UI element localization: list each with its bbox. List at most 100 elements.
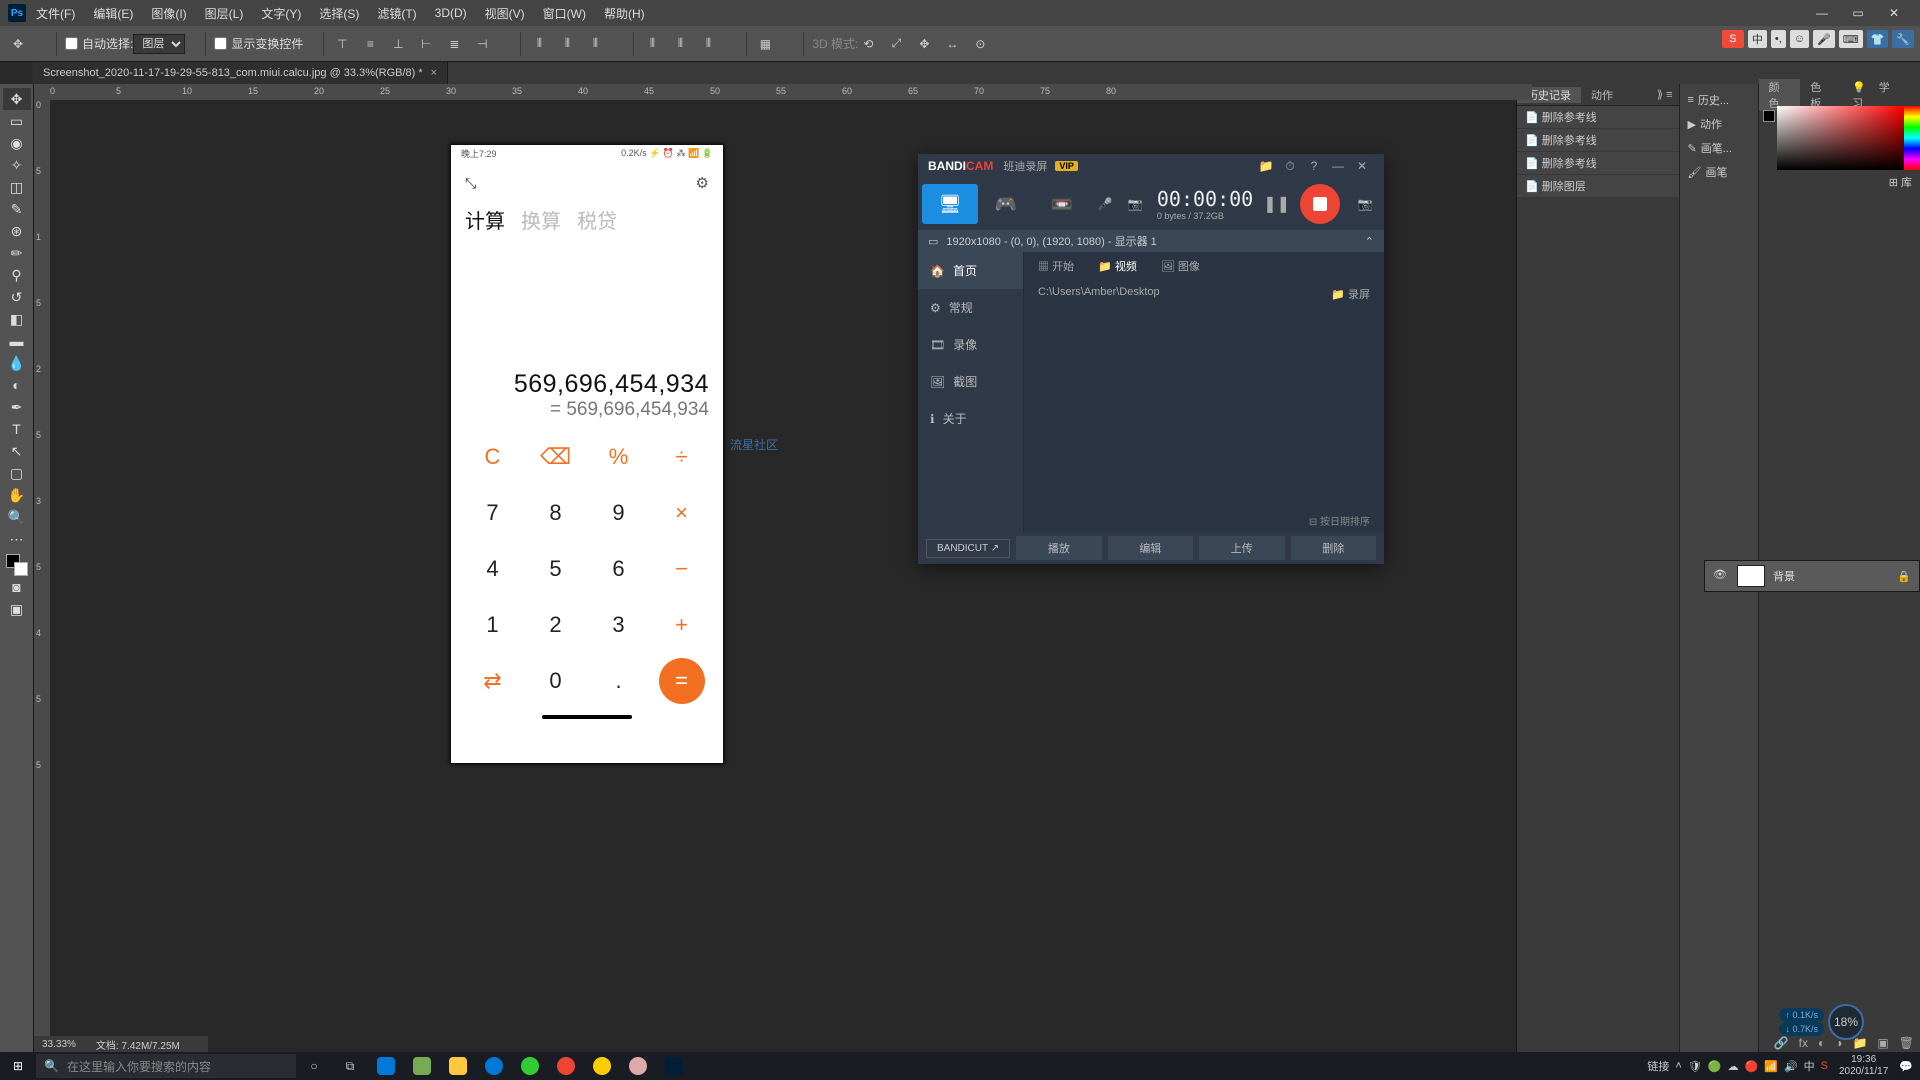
menu-type[interactable]: 文字(Y): [261, 5, 301, 22]
tray-shield-icon[interactable]: 🛡: [1688, 1060, 1702, 1073]
distribute-3-icon[interactable]: ⦀: [585, 34, 605, 54]
align-vcenter-icon[interactable]: ≡: [360, 34, 380, 54]
history-item[interactable]: 📄 删除参考线: [1517, 106, 1679, 129]
start-button[interactable]: ⊞: [0, 1052, 36, 1080]
bandicam-help-icon[interactable]: ?: [1302, 159, 1326, 173]
tool-rectangle[interactable]: ▢: [3, 462, 31, 484]
layer-lock-icon[interactable]: 🔒: [1897, 570, 1911, 583]
bandicam-screenshot-button[interactable]: 📷: [1350, 197, 1380, 211]
taskbar-bandicam[interactable]: [548, 1052, 584, 1080]
menu-filter[interactable]: 滤镜(T): [377, 5, 416, 22]
auto-select-dropdown[interactable]: 图层: [133, 34, 185, 54]
tray-sogou-icon[interactable]: S: [1821, 1060, 1828, 1072]
bandicam-titlebar[interactable]: BANDICAM 班迪录屏 VIP 📁 ⏱ ? — ✕: [918, 154, 1384, 178]
document-tab-close-icon[interactable]: ×: [431, 67, 437, 79]
bandicam-timer-icon[interactable]: ⏱: [1278, 159, 1302, 174]
document-size[interactable]: 文档: 7.42M/7.25M: [96, 1037, 180, 1052]
mini-brush-preset[interactable]: ✎ 画笔...: [1680, 136, 1758, 160]
color-swatches[interactable]: [6, 554, 28, 576]
bandicam-capture-target[interactable]: ▭1920x1080 - (0, 0), (1920, 1080) - 显示器 …: [918, 230, 1384, 252]
tool-eraser[interactable]: ◧: [3, 308, 31, 330]
bandicam-close-button[interactable]: ✕: [1350, 159, 1374, 173]
menu-image[interactable]: 图像(I): [151, 5, 186, 22]
taskbar-edge[interactable]: [476, 1052, 512, 1080]
distribute-5-icon[interactable]: ⦀: [670, 34, 690, 54]
bandicut-link[interactable]: BANDICUT ↗: [926, 539, 1010, 558]
tool-pen[interactable]: ✒: [3, 396, 31, 418]
bandicam-mode-device[interactable]: 📼: [1034, 184, 1090, 224]
bandicam-mode-game[interactable]: 🎮: [978, 184, 1034, 224]
bandicam-sort[interactable]: ⊟ 按日期排序: [1024, 509, 1384, 532]
history-item[interactable]: 📄 删除参考线: [1517, 152, 1679, 175]
ime-keyboard-icon[interactable]: ⌨: [1839, 30, 1863, 48]
auto-select-checkbox[interactable]: [65, 37, 78, 50]
distribute-2-icon[interactable]: ⦀: [557, 34, 577, 54]
tool-screenmode[interactable]: ▣: [3, 598, 31, 620]
bandicam-mic-icon[interactable]: 🎤: [1090, 184, 1120, 224]
tool-history-brush[interactable]: ↺: [3, 286, 31, 308]
zoom-level[interactable]: 33.33%: [42, 1039, 76, 1050]
tool-lasso[interactable]: ◉: [3, 132, 31, 154]
taskbar-explorer[interactable]: [440, 1052, 476, 1080]
transform-controls-checkbox[interactable]: [214, 37, 227, 50]
taskbar-search[interactable]: 🔍 在这里输入你要搜索的内容: [36, 1054, 296, 1078]
distribute-4-icon[interactable]: ⦀: [642, 34, 662, 54]
actions-tab[interactable]: 动作: [1581, 87, 1623, 103]
bandicam-mode-screen[interactable]: 🖥: [922, 184, 978, 224]
tool-brush[interactable]: ✏: [3, 242, 31, 264]
distribute-1-icon[interactable]: ⦀: [529, 34, 549, 54]
expand-icon[interactable]: ⌃: [1365, 235, 1374, 248]
window-close-button[interactable]: ✕: [1876, 0, 1912, 26]
mini-brush[interactable]: 🖌 画笔: [1680, 160, 1758, 184]
tool-rect-marquee[interactable]: ▭: [3, 110, 31, 132]
history-item[interactable]: 📄 删除参考线: [1517, 129, 1679, 152]
panel-collapse-icon[interactable]: ⟫ ≡: [1647, 88, 1679, 101]
taskbar-app1[interactable]: [404, 1052, 440, 1080]
bandicam-pause-button[interactable]: ❚❚: [1263, 194, 1290, 214]
tool-magic-wand[interactable]: ✧: [3, 154, 31, 176]
bandicam-webcam-icon[interactable]: 📷: [1120, 184, 1150, 224]
layer-visibility-icon[interactable]: 👁: [1713, 568, 1729, 584]
window-minimize-button[interactable]: —: [1804, 0, 1840, 26]
taskbar-taskview[interactable]: ⧉: [332, 1052, 368, 1080]
tool-spot-heal[interactable]: ⊛: [3, 220, 31, 242]
window-restore-button[interactable]: ▭: [1840, 0, 1876, 26]
bandicam-nav-image[interactable]: 🖼 截图: [918, 363, 1023, 400]
align-hcenter-icon[interactable]: ≣: [444, 34, 464, 54]
taskbar-store[interactable]: [368, 1052, 404, 1080]
ime-emoji-icon[interactable]: ☺: [1790, 30, 1809, 48]
tray-onedrive-icon[interactable]: ☁: [1728, 1060, 1739, 1073]
bandicam-nav-about[interactable]: ℹ 关于: [918, 400, 1023, 437]
taskbar-app2[interactable]: [512, 1052, 548, 1080]
align-bottom-icon[interactable]: ⊥: [388, 34, 408, 54]
menu-file[interactable]: 文件(F): [36, 5, 75, 22]
align-top-icon[interactable]: ⊤: [332, 34, 352, 54]
align-left-icon[interactable]: ⊢: [416, 34, 436, 54]
history-item[interactable]: 📄 删除图层: [1517, 175, 1679, 198]
tray-expand-icon[interactable]: ˄: [1675, 1060, 1681, 1072]
tray-ime-icon[interactable]: 中: [1804, 1058, 1815, 1074]
bandicam-tab-video[interactable]: 📁 视频: [1098, 258, 1137, 274]
mini-actions[interactable]: ▶ 动作: [1680, 112, 1758, 136]
tool-hand[interactable]: ✋: [3, 484, 31, 506]
tray-guard-icon[interactable]: 🟢: [1708, 1060, 1722, 1073]
tool-crop[interactable]: ◫: [3, 176, 31, 198]
tool-quickmask[interactable]: ◙: [3, 576, 31, 598]
tray-volume-icon[interactable]: 🔊: [1784, 1060, 1798, 1073]
color-picker-field[interactable]: [1777, 106, 1905, 170]
ime-lang-indicator[interactable]: 中: [1748, 30, 1767, 48]
bandicam-folder-label[interactable]: 📁 录屏: [1331, 286, 1370, 302]
ime-skin-icon[interactable]: 👕: [1867, 30, 1889, 48]
library-button[interactable]: ⊞ 库: [1759, 170, 1920, 194]
tool-edit-toolbar[interactable]: ⋯: [3, 528, 31, 550]
tool-eyedropper[interactable]: ✎: [3, 198, 31, 220]
tray-net-icon[interactable]: 📶: [1764, 1060, 1778, 1073]
bandicam-folder-icon[interactable]: 📁: [1254, 159, 1278, 173]
document-tab[interactable]: Screenshot_2020-11-17-19-29-55-813_com.m…: [33, 62, 448, 84]
bandicam-nav-video[interactable]: 🎞 录像: [918, 326, 1023, 363]
tool-gradient[interactable]: ▬: [3, 330, 31, 352]
menu-3d[interactable]: 3D(D): [435, 6, 467, 20]
tray-notifications-icon[interactable]: 💬: [1899, 1060, 1913, 1073]
bandicam-tab-start[interactable]: ▦ 开始: [1038, 258, 1074, 274]
taskbar-app3[interactable]: [584, 1052, 620, 1080]
